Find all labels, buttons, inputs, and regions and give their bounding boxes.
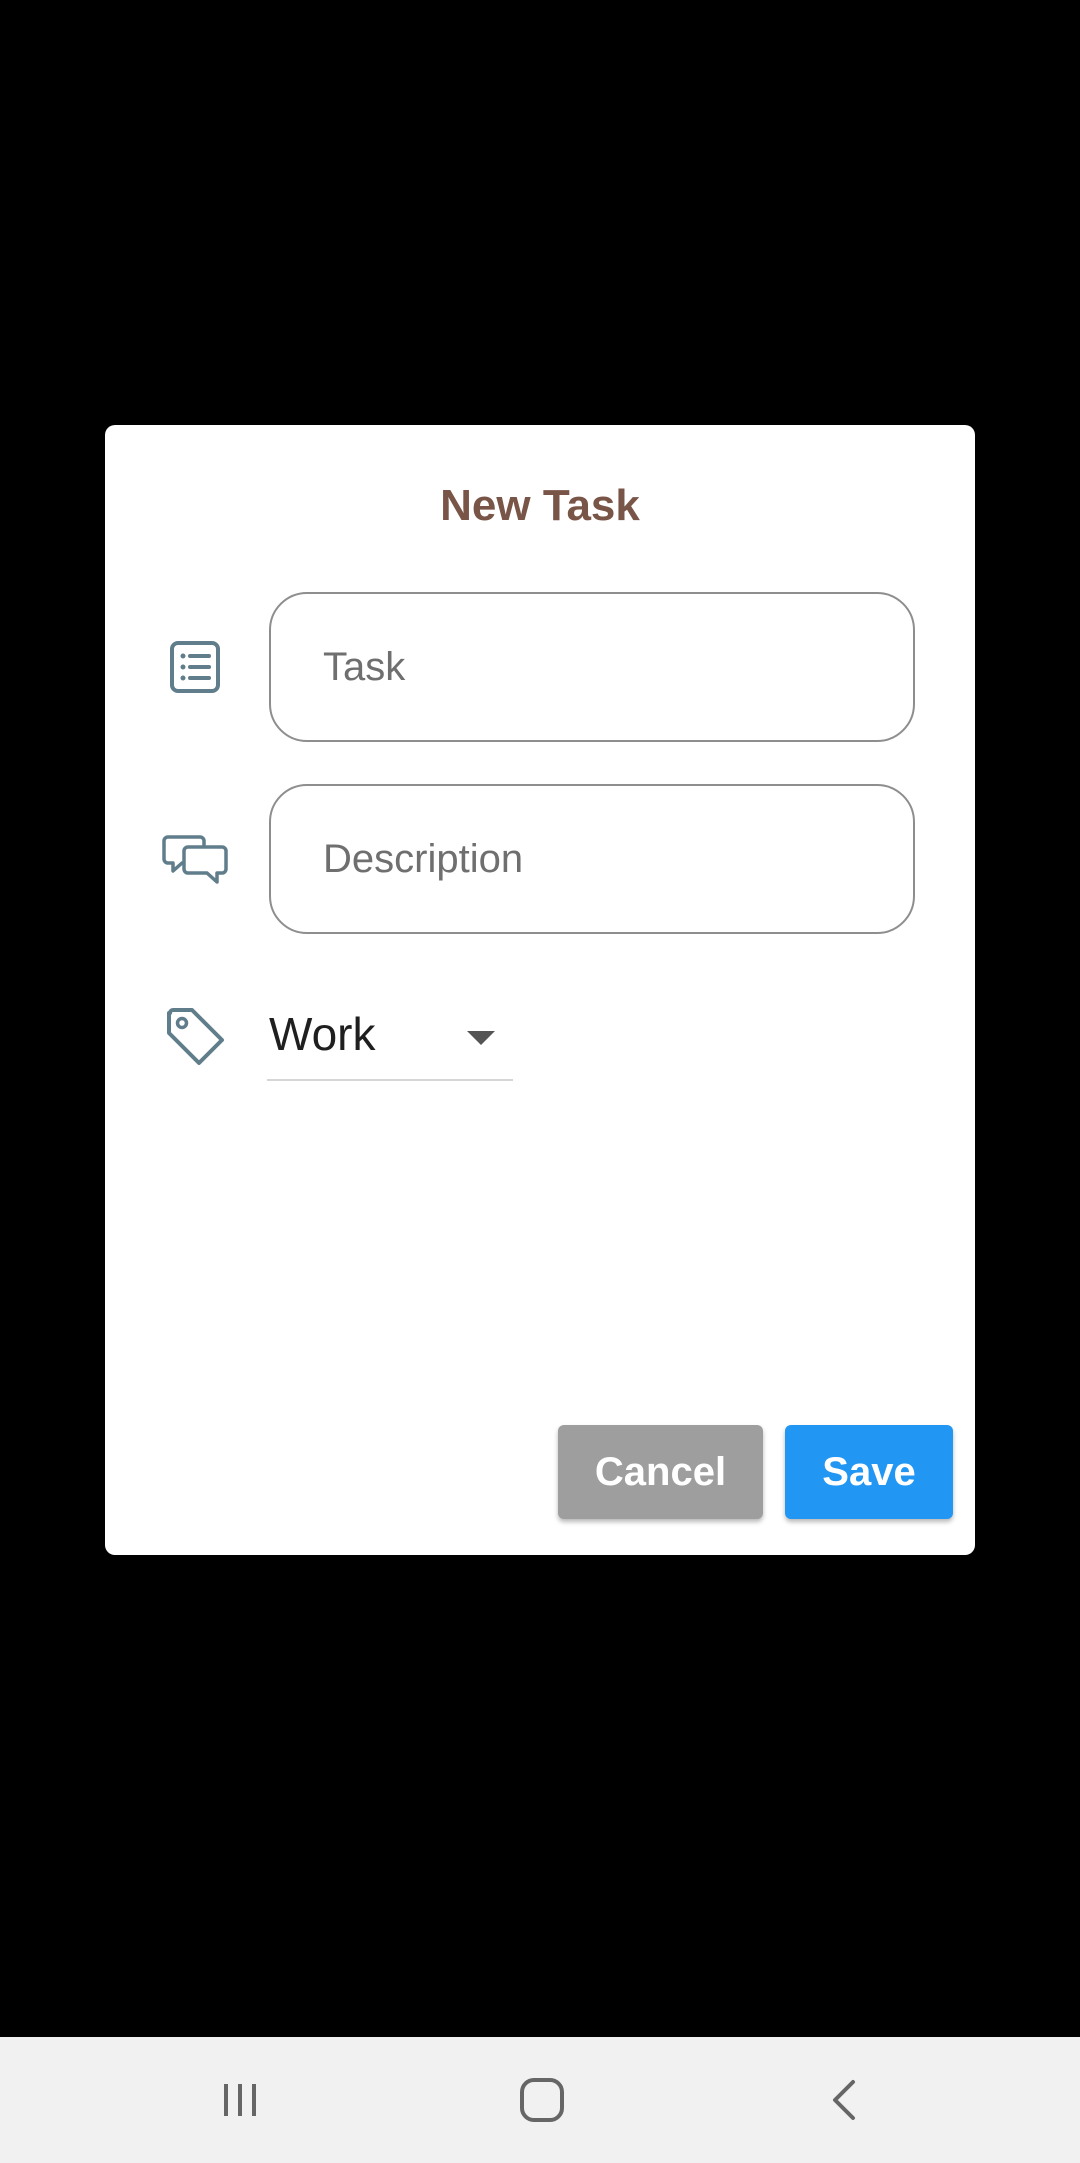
navigation-bar [0, 2037, 1080, 2163]
dialog-title: New Task [440, 481, 640, 530]
chat-bubbles-icon [155, 819, 235, 899]
screen: New Task Task Description Work Cancel Sa… [0, 0, 1080, 2163]
back-icon[interactable] [805, 2065, 885, 2135]
task-placeholder: Task [323, 644, 406, 689]
cancel-button[interactable]: Cancel [558, 1425, 763, 1519]
home-icon[interactable] [502, 2065, 582, 2135]
tag-icon [155, 996, 235, 1076]
new-task-dialog: New Task Task Description Work Cancel Sa… [105, 425, 975, 1555]
description-placeholder: Description [323, 836, 524, 881]
save-button[interactable]: Save [785, 1425, 953, 1519]
recent-apps-icon[interactable] [200, 2065, 280, 2135]
category-dropdown[interactable]: Work [267, 995, 513, 1081]
task-input[interactable]: Task [269, 592, 915, 742]
list-icon [155, 627, 235, 707]
description-input[interactable]: Description [269, 784, 915, 934]
category-selected-value: Work [269, 1008, 376, 1060]
caret-down-icon [467, 1031, 495, 1045]
